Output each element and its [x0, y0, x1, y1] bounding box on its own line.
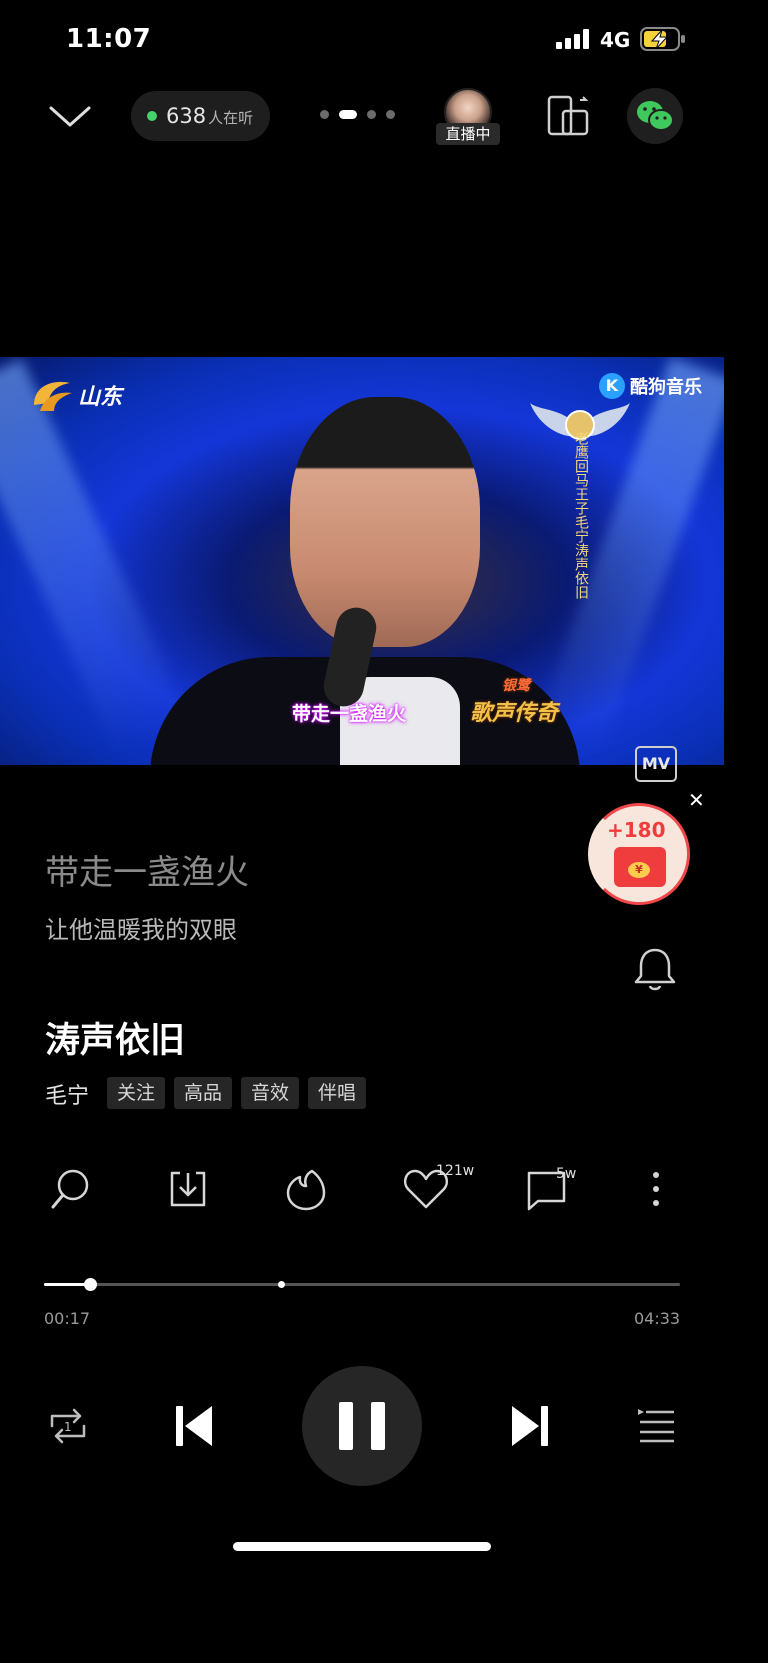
- battery-icon: [640, 27, 685, 51]
- device-switch-icon[interactable]: [546, 94, 590, 138]
- channel-logo-text: 山东: [78, 385, 123, 410]
- download-icon: [170, 1171, 206, 1207]
- sound-effect-tag[interactable]: 音效: [241, 1077, 300, 1109]
- total-time: 04:33: [634, 1309, 681, 1328]
- show-logo-top: 银鹭: [502, 678, 530, 694]
- lyric-current-line[interactable]: 带走一盏渔火: [45, 845, 249, 894]
- mv-video-player[interactable]: 山东 K 酷狗音乐 老鹰回马王子毛宁涛声依旧 银鹭 歌声传奇 带走一盏渔火: [0, 357, 724, 765]
- listeners-count: 638: [166, 104, 207, 128]
- red-packet-amount: +180: [607, 818, 666, 842]
- live-badge[interactable]: 直播中: [436, 123, 500, 145]
- search-button[interactable]: [46, 1165, 94, 1213]
- page-dot-active[interactable]: [339, 110, 357, 119]
- next-track-icon[interactable]: [508, 1402, 552, 1450]
- highlight-marker[interactable]: [278, 1281, 285, 1288]
- channel-logo: 山东: [30, 375, 122, 415]
- artist-name[interactable]: 毛宁: [45, 1078, 89, 1110]
- song-caption-vertical: 老鹰回马王子毛宁涛声依旧: [573, 431, 589, 599]
- lyric-next-line[interactable]: 让他温暖我的双眼: [45, 910, 237, 945]
- singer-head: [290, 397, 480, 647]
- playlist-icon[interactable]: [636, 1408, 676, 1444]
- show-logo-text: 歌声传奇: [470, 701, 559, 726]
- bell-icon[interactable]: [632, 944, 678, 992]
- network-label: 4G: [600, 28, 631, 52]
- flame-disc-icon: [286, 1169, 326, 1211]
- previous-track-icon[interactable]: [172, 1402, 216, 1450]
- more-vertical-icon: [653, 1172, 659, 1206]
- collapse-chevron-icon[interactable]: [48, 103, 92, 129]
- progress-knob[interactable]: [84, 1278, 97, 1291]
- coin-icon: ¥: [628, 862, 650, 878]
- pause-bar-right: [371, 1402, 385, 1450]
- wechat-icon: [637, 101, 674, 131]
- page-dot[interactable]: [367, 110, 376, 119]
- page-dot[interactable]: [320, 110, 329, 119]
- song-title: 涛声依旧: [45, 1021, 186, 1061]
- song-tags: 关注 高品 音效 伴唱: [107, 1077, 367, 1109]
- quality-tag[interactable]: 高品: [174, 1077, 233, 1109]
- pause-button[interactable]: [302, 1366, 422, 1486]
- page-indicator[interactable]: [320, 110, 395, 119]
- accompany-tag[interactable]: 伴唱: [308, 1077, 367, 1109]
- online-dot-icon: [147, 111, 157, 121]
- progress-track[interactable]: [44, 1283, 680, 1286]
- more-button[interactable]: [632, 1165, 680, 1213]
- signal-icon: [556, 29, 589, 49]
- page-dot[interactable]: [386, 110, 395, 119]
- download-button[interactable]: [164, 1165, 212, 1213]
- listeners-suffix: 人在听: [208, 109, 254, 127]
- close-icon[interactable]: ✕: [688, 788, 705, 812]
- pause-bar-left: [339, 1402, 353, 1450]
- video-subtitle: 带走一盏渔火: [292, 703, 407, 725]
- vinyl-effect-button[interactable]: [282, 1165, 330, 1213]
- follow-tag[interactable]: 关注: [107, 1077, 166, 1109]
- kugou-watermark-text: 酷狗音乐: [630, 377, 702, 398]
- comment-count: 5w: [556, 1166, 577, 1182]
- kugou-k-icon: K: [599, 373, 625, 399]
- shandong-logo-icon: [34, 381, 72, 411]
- current-time: 00:17: [44, 1309, 91, 1328]
- home-indicator[interactable]: [233, 1542, 491, 1551]
- status-time: 11:07: [66, 24, 152, 54]
- show-logo: 银鹭 歌声传奇: [470, 675, 558, 727]
- svg-text:1: 1: [64, 1420, 72, 1434]
- wechat-share-button[interactable]: [627, 88, 683, 144]
- kugou-watermark: K 酷狗音乐: [599, 373, 702, 399]
- mv-toggle-button[interactable]: MV: [635, 746, 677, 782]
- listeners-pill[interactable]: 638 人在听: [131, 91, 270, 141]
- like-count: 121w: [436, 1163, 475, 1179]
- search-icon: [51, 1169, 89, 1209]
- repeat-one-icon[interactable]: 1: [46, 1404, 90, 1448]
